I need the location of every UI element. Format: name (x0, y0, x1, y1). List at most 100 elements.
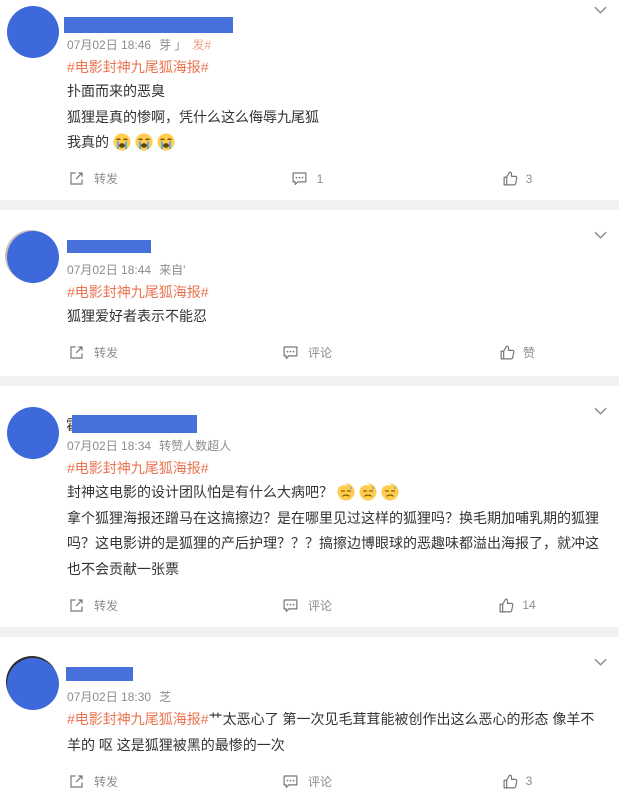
hashtag-link[interactable]: #电影封神九尾狐海报# (67, 711, 209, 727)
repost-label: 转发 (94, 346, 119, 360)
post-text-line: 狐狸是真的惨啊，凭什么这么侮辱九尾狐 (67, 108, 319, 125)
like-label: 赞 (522, 346, 535, 360)
post-timestamp: 07月02日 18:46 (67, 38, 152, 52)
post-source: 芽 」 (159, 38, 187, 52)
sweat-face-icon (337, 483, 355, 501)
repost-icon (70, 172, 83, 185)
post-meta: 07月02日 18:44 来自' (67, 260, 607, 280)
hashtag-link[interactable]: #电影封神九尾狐海报# (67, 280, 607, 304)
chevron-down-icon[interactable] (594, 407, 607, 415)
sweat-face-icon (359, 483, 377, 501)
avatar[interactable] (7, 6, 59, 58)
post-meta: 07月02日 18:46 芽 」发# (67, 35, 607, 55)
like-icon (503, 171, 518, 186)
comment-feed: 07月02日 18:46 芽 」发# #电影封神九尾狐海报# 扑面而来的恶臭 狐狸… (0, 0, 619, 791)
post-text: 封神这电影的设计团队怕是有什么大病吧？ (67, 484, 333, 500)
post-meta: 07月02日 18:30 芝 (67, 687, 607, 707)
chevron-down-icon[interactable] (594, 658, 607, 666)
post-text-line: 羊的 呕 这是狐狸被黑的最惨的一次 (67, 736, 285, 753)
post-body: 07月02日 18:46 芽 」发# #电影封神九尾狐海报# 扑面而来的恶臭 狐狸… (67, 35, 607, 191)
like-button[interactable]: 赞 (447, 341, 587, 365)
repost-button[interactable]: 转发 (68, 769, 118, 791)
post-text-line: 扑面而来的恶臭 (67, 83, 165, 99)
repost-label: 转发 (94, 774, 119, 789)
post-source-tag: 发# (192, 38, 212, 52)
post-action-bar: 转发 评论 3 (67, 769, 607, 791)
post-card: 07月02日 18:44 来自' #电影封神九尾狐海报# 狐狸爱好者表示不能忍 转… (0, 210, 619, 376)
post-timestamp: 07月02日 18:44 (67, 263, 152, 277)
post-text-line: 也不会贡献一张票 (67, 560, 179, 577)
comment-button[interactable]: 1 (237, 167, 377, 191)
sweat-face-icon (381, 483, 399, 501)
comment-count: 1 (316, 171, 324, 186)
like-count: 3 (525, 171, 533, 186)
avatar[interactable] (7, 231, 59, 283)
username-redacted[interactable] (72, 415, 197, 433)
post-card: 07月02日 18:30 芝 #电影封神九尾狐海报#艹太恶心了 第一次见毛茸茸能被… (0, 637, 619, 791)
comment-button[interactable]: 评论 (237, 769, 377, 791)
username-redacted[interactable] (66, 667, 133, 681)
avatar[interactable] (7, 407, 59, 459)
post-source: 来自' (159, 263, 186, 277)
post-action-bar: 转发 评论 14 (67, 593, 607, 617)
chevron-down-icon[interactable] (594, 6, 607, 14)
like-icon (500, 345, 515, 360)
crying-face-icon (113, 133, 131, 151)
post-timestamp: 07月02日 18:30 (67, 690, 152, 704)
post-text-line: 吗？这电影讲的是狐狸的产后护理？？？搞擦边博眼球的恶趣味都溢出海报了，就冲这 (67, 535, 599, 551)
feed-divider (0, 627, 619, 637)
repost-icon (70, 346, 83, 359)
like-count: 3 (525, 774, 533, 788)
repost-label: 转发 (94, 172, 119, 186)
like-count: 14 (522, 598, 536, 612)
post-text-line: 封神这电影的设计团队怕是有什么大病吧？ (67, 480, 607, 506)
post-meta: 07月02日 18:34 转赞人数超人 (67, 436, 607, 456)
comment-label: 评论 (307, 598, 332, 613)
repost-button[interactable]: 转发 (68, 341, 118, 365)
like-icon (499, 598, 514, 612)
crying-face-icon (157, 133, 175, 151)
like-button[interactable]: 3 (447, 769, 587, 791)
post-source: 芝 (159, 690, 172, 704)
repost-icon (70, 774, 83, 788)
post-text: 艹太恶心了 第一次见毛茸茸能被创作出这么恶心的形态 像羊不 (208, 711, 595, 727)
username-redacted[interactable] (64, 17, 233, 33)
hashtag-link[interactable]: #电影封神九尾狐海报# (67, 456, 607, 480)
comment-label: 评论 (307, 346, 332, 360)
username-redacted[interactable] (67, 240, 151, 253)
avatar[interactable] (7, 658, 59, 710)
comment-icon (283, 598, 298, 612)
like-button[interactable]: 3 (447, 167, 587, 191)
like-button[interactable]: 14 (447, 593, 587, 617)
like-icon (503, 774, 518, 788)
post-timestamp: 07月02日 18:34 (67, 439, 152, 453)
post-action-bar: 转发 评论 赞 (67, 341, 607, 365)
post-body: 07月02日 18:30 芝 #电影封神九尾狐海报#艹太恶心了 第一次见毛茸茸能被… (67, 687, 607, 791)
post-text-line: 我真的 (67, 130, 607, 156)
comment-icon (283, 774, 298, 788)
post-text-line: #电影封神九尾狐海报#艹太恶心了 第一次见毛茸茸能被创作出这么恶心的形态 像羊不 (67, 707, 607, 733)
crying-face-icon (135, 133, 153, 151)
repost-button[interactable]: 转发 (68, 593, 118, 617)
comment-label: 评论 (307, 774, 332, 789)
post-card: 07月02日 18:46 芽 」发# #电影封神九尾狐海报# 扑面而来的恶臭 狐狸… (0, 0, 619, 200)
post-text-line: 拿个狐狸海报还蹭马在这搞擦边？是在哪里见过这样的狐狸吗？换毛期加哺乳期的狐狸 (67, 509, 599, 526)
repost-button[interactable]: 转发 (68, 167, 118, 191)
post-text: 我真的 (67, 134, 109, 150)
comment-button[interactable]: 评论 (237, 341, 377, 365)
post-body: 07月02日 18:44 来自' #电影封神九尾狐海报# 狐狸爱好者表示不能忍 转… (67, 260, 607, 365)
repost-label: 转发 (94, 598, 119, 613)
feed-divider (0, 376, 619, 386)
post-body: 07月02日 18:34 转赞人数超人 #电影封神九尾狐海报# 封神这电影的设计团… (67, 436, 607, 617)
post-text-line: 狐狸爱好者表示不能忍 (67, 308, 207, 324)
post-action-bar: 转发 1 3 (67, 167, 607, 191)
post-source: 转赞人数超人 (159, 439, 232, 453)
hashtag-link[interactable]: #电影封神九尾狐海报# (67, 55, 607, 79)
post-card: 霍 07月02日 18:34转赞人数超人 #电影封神九尾狐海报# 封神这电影的设… (0, 386, 619, 627)
feed-divider (0, 200, 619, 210)
comment-icon (292, 172, 307, 186)
comment-button[interactable]: 评论 (237, 593, 377, 617)
chevron-down-icon[interactable] (594, 231, 607, 239)
comment-icon (283, 346, 298, 360)
repost-icon (70, 598, 83, 612)
